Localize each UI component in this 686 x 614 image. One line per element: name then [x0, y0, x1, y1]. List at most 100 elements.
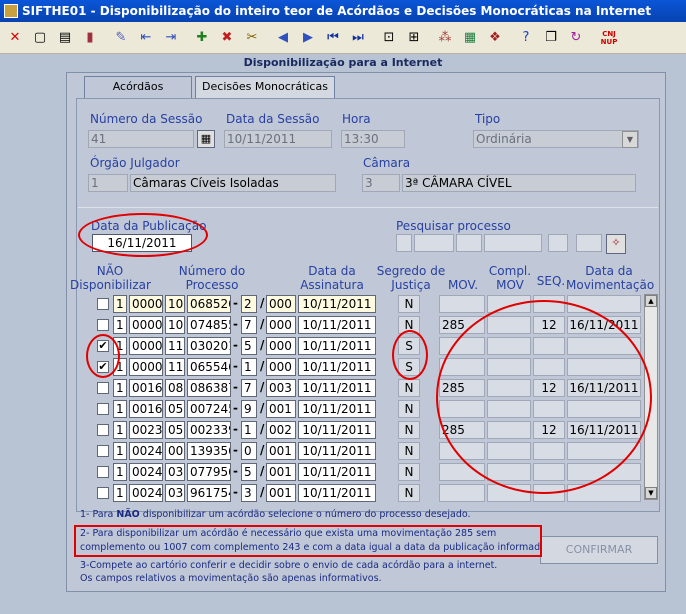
processo-part-3[interactable]: 03	[165, 463, 185, 481]
calendar-icon[interactable]: ▦	[197, 130, 215, 148]
processo-part-6[interactable]: 001	[266, 442, 296, 460]
search-p4-input[interactable]	[484, 234, 542, 252]
scroll-down-icon[interactable]: ▼	[645, 487, 657, 499]
processo-part-6[interactable]: 001	[266, 400, 296, 418]
confirmar-button[interactable]: CONFIRMAR	[540, 536, 658, 564]
processo-part-4[interactable]: 068526	[187, 295, 231, 313]
processo-part-2[interactable]: 0024	[129, 442, 163, 460]
processo-part-4[interactable]: 007245	[187, 400, 231, 418]
processo-part-2[interactable]: 0000	[129, 358, 163, 376]
data-assinatura-cell[interactable]: 10/11/2011	[298, 337, 376, 355]
blank-page-icon[interactable]: ▢	[29, 27, 51, 49]
processo-part-6[interactable]: 000	[266, 358, 296, 376]
processo-part-2[interactable]: 0000	[129, 295, 163, 313]
processo-part-1[interactable]: 1	[113, 400, 127, 418]
processo-part-4[interactable]: 961754	[187, 484, 231, 502]
search-p2-input[interactable]	[414, 234, 454, 252]
processo-part-2[interactable]: 0024	[129, 484, 163, 502]
data-assinatura-cell[interactable]: 10/11/2011	[298, 442, 376, 460]
processo-part-3[interactable]: 05	[165, 421, 185, 439]
processo-part-3[interactable]: 08	[165, 379, 185, 397]
processo-part-6[interactable]: 003	[266, 379, 296, 397]
help-icon[interactable]: ?	[515, 27, 537, 49]
processo-part-4[interactable]: 074855	[187, 316, 231, 334]
nao-disponibilizar-checkbox[interactable]	[97, 382, 109, 394]
processo-part-1[interactable]: 1	[113, 295, 127, 313]
calculator-icon[interactable]: ▦	[459, 27, 481, 49]
next-block-icon[interactable]: ⇥	[160, 27, 182, 49]
nao-disponibilizar-checkbox[interactable]	[97, 298, 109, 310]
tab-decisoes-monocraticas[interactable]: Decisões Monocráticas	[195, 76, 335, 98]
processo-part-6[interactable]: 000	[266, 316, 296, 334]
processo-part-2[interactable]: 0016	[129, 400, 163, 418]
processo-part-5[interactable]: 7	[241, 379, 257, 397]
processo-part-6[interactable]: 000	[266, 295, 296, 313]
refresh-icon[interactable]: ↻	[565, 27, 587, 49]
data-assinatura-cell[interactable]: 10/11/2011	[298, 379, 376, 397]
search-p3-input[interactable]	[456, 234, 482, 252]
processo-part-3[interactable]: 10	[165, 295, 185, 313]
prev-record-icon[interactable]: ◀	[272, 27, 294, 49]
close-icon[interactable]: ✕	[4, 27, 26, 49]
next-record-icon[interactable]: ▶	[297, 27, 319, 49]
print-icon[interactable]: ▤	[54, 27, 76, 49]
keys-icon[interactable]: ❖	[484, 27, 506, 49]
nao-disponibilizar-checkbox[interactable]	[97, 466, 109, 478]
processo-part-5[interactable]: 0	[241, 442, 257, 460]
processo-part-3[interactable]: 11	[165, 337, 185, 355]
data-assinatura-cell[interactable]: 10/11/2011	[298, 400, 376, 418]
processo-part-3[interactable]: 05	[165, 400, 185, 418]
search-p6-input[interactable]	[576, 234, 602, 252]
nao-disponibilizar-checkbox[interactable]	[97, 403, 109, 415]
processo-part-3[interactable]: 10	[165, 316, 185, 334]
tab-acordaos[interactable]: Acórdãos	[84, 76, 192, 98]
processo-part-3[interactable]: 00	[165, 442, 185, 460]
processo-part-4[interactable]: 086387	[187, 379, 231, 397]
processo-part-2[interactable]: 0024	[129, 463, 163, 481]
query-icon[interactable]: ⊡	[378, 27, 400, 49]
nao-disponibilizar-checkbox[interactable]	[97, 445, 109, 457]
delete-record-icon[interactable]: ✖	[216, 27, 238, 49]
data-assinatura-cell[interactable]: 10/11/2011	[298, 295, 376, 313]
processo-part-1[interactable]: 1	[113, 463, 127, 481]
prev-block-icon[interactable]: ⇤	[135, 27, 157, 49]
copy-icon[interactable]: ❐	[540, 27, 562, 49]
processo-part-5[interactable]: 5	[241, 463, 257, 481]
processo-part-2[interactable]: 0000	[129, 316, 163, 334]
processo-part-6[interactable]: 001	[266, 484, 296, 502]
last-record-icon[interactable]: ⏭	[347, 27, 369, 49]
processo-part-2[interactable]: 0016	[129, 379, 163, 397]
processo-part-1[interactable]: 1	[113, 484, 127, 502]
nao-disponibilizar-checkbox[interactable]	[97, 424, 109, 436]
processo-part-4[interactable]: 030201	[187, 337, 231, 355]
insert-record-icon[interactable]: ✚	[191, 27, 213, 49]
processo-part-5[interactable]: 9	[241, 400, 257, 418]
processo-part-5[interactable]: 1	[241, 421, 257, 439]
processo-part-1[interactable]: 1	[113, 316, 127, 334]
data-assinatura-cell[interactable]: 10/11/2011	[298, 463, 376, 481]
orgao-julgador-name-field[interactable]: Câmaras Cíveis Isoladas	[130, 174, 336, 192]
camara-code-field[interactable]: 3	[362, 174, 400, 192]
tipo-select[interactable]: Ordinária	[473, 130, 639, 148]
processo-part-5[interactable]: 7	[241, 316, 257, 334]
data-assinatura-cell[interactable]: 10/11/2011	[298, 358, 376, 376]
processo-part-5[interactable]: 5	[241, 337, 257, 355]
processo-part-2[interactable]: 0000	[129, 337, 163, 355]
lock-record-icon[interactable]: ✂	[241, 27, 263, 49]
processo-part-3[interactable]: 11	[165, 358, 185, 376]
processo-part-3[interactable]: 03	[165, 484, 185, 502]
first-record-icon[interactable]: ⏮	[322, 27, 344, 49]
processo-part-6[interactable]: 000	[266, 337, 296, 355]
search-p1-input[interactable]	[396, 234, 412, 252]
orgao-julgador-code-field[interactable]: 1	[88, 174, 128, 192]
processo-part-4[interactable]: 065546	[187, 358, 231, 376]
processo-part-1[interactable]: 1	[113, 379, 127, 397]
search-p5-input[interactable]	[548, 234, 568, 252]
nao-disponibilizar-checkbox[interactable]	[97, 319, 109, 331]
numero-sessao-field[interactable]: 41	[88, 130, 194, 148]
chevron-down-icon[interactable]: ▼	[622, 131, 638, 148]
processo-part-5[interactable]: 1	[241, 358, 257, 376]
data-assinatura-cell[interactable]: 10/11/2011	[298, 316, 376, 334]
data-sessao-field[interactable]: 10/11/2011	[224, 130, 332, 148]
processo-part-6[interactable]: 001	[266, 463, 296, 481]
